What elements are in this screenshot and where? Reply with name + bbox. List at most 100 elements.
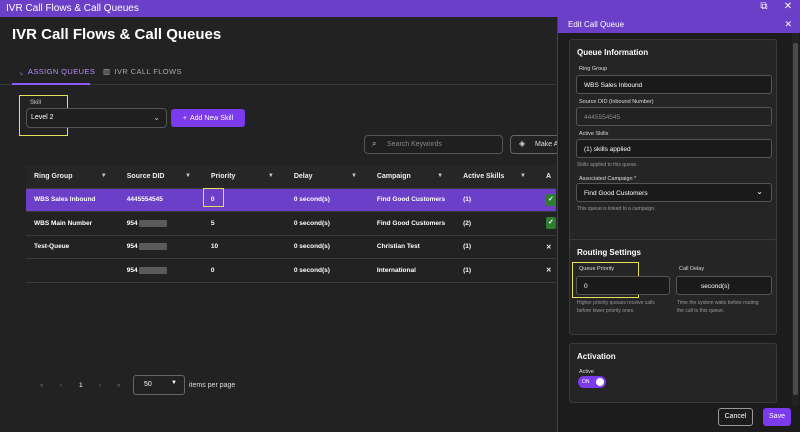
cell-priority: 5 <box>202 211 286 236</box>
check-icon[interactable]: ✓ <box>545 193 556 206</box>
cell-campaign: Christian Test <box>368 235 456 259</box>
next-page-icon[interactable]: › <box>99 383 101 389</box>
panel-header: Edit Call Queue ✕ <box>558 17 800 33</box>
plus-icon: + <box>182 114 187 122</box>
toggle-state: ON <box>582 379 590 385</box>
cell-delay: 0 second(s) <box>285 211 369 236</box>
per-page-label: items per page <box>189 382 236 389</box>
search-placeholder: Search Keywords <box>387 141 442 148</box>
ring-group-field[interactable]: WBS Sales Inbound <box>576 75 772 94</box>
cell-delay: 0 second(s) <box>285 188 369 212</box>
table-row[interactable]: Test-Queue 954 10 0 second(s) Christian … <box>26 235 556 259</box>
tab-assign-queues[interactable]: ⌞ ASSIGN QUEUES <box>20 67 95 76</box>
redacted-mask <box>138 243 167 251</box>
priority-help-2: before lower priority ones. <box>577 308 635 314</box>
search-input[interactable]: ⌕ Search Keywords <box>364 135 503 154</box>
active-toggle[interactable]: ON <box>578 376 606 388</box>
page-number[interactable]: 1 <box>79 382 83 389</box>
routing-title: Routing Settings <box>577 248 641 257</box>
col-priority[interactable]: Priority ▼ <box>202 166 286 189</box>
search-icon: ⌕ <box>372 139 377 148</box>
panel-scrollbar[interactable] <box>792 33 799 405</box>
cell-skills: (1) <box>455 235 538 259</box>
cancel-button[interactable]: Cancel <box>718 408 753 426</box>
last-page-icon[interactable]: » <box>117 383 120 389</box>
close-icon[interactable]: ✕ <box>784 19 792 30</box>
cell-delay: 0 second(s) <box>285 235 369 259</box>
close-window-icon[interactable]: ✕ <box>781 1 795 12</box>
activation-title: Activation <box>577 352 616 361</box>
skill-select[interactable]: Level 2 ⌄ <box>26 108 167 128</box>
per-page-select[interactable]: 50 ▼ <box>133 375 185 395</box>
col-active-skills[interactable]: Active Skills ▼ <box>455 166 538 189</box>
cell-campaign: International <box>368 258 456 283</box>
table-row[interactable]: WBS Main Number 954 5 0 second(s) Find G… <box>26 211 556 236</box>
cell-skills: (1) <box>455 258 538 283</box>
cell-ring-group <box>26 258 119 283</box>
tab-label: ASSIGN QUEUES <box>27 67 96 76</box>
layers-icon: ◈ <box>519 139 526 148</box>
queue-table: Ring Group ▼ Source DID ▼ Priority ▼ Delay ▼… <box>26 166 556 283</box>
save-button[interactable]: Save <box>763 408 791 426</box>
filter-icon[interactable]: ▼ <box>185 173 191 179</box>
col-label: Campaign <box>376 173 411 181</box>
skills-field[interactable]: (1) skills applied <box>576 139 772 158</box>
close-icon[interactable]: ✕ <box>546 244 551 251</box>
table-row[interactable]: WBS Sales Inbound 4445554545 0 0 second(… <box>26 188 556 212</box>
cell-priority: 0 <box>202 258 286 283</box>
filter-icon[interactable]: ▼ <box>101 173 107 179</box>
chart-icon: ⌞ <box>20 67 24 76</box>
window-titlebar: IVR Call Flows & Call Queues ⧉ ✕ <box>0 0 800 17</box>
filter-icon[interactable]: ▼ <box>268 173 274 179</box>
tab-label: IVR CALL FLOWS <box>114 67 182 76</box>
edit-queue-panel: Edit Call Queue ✕ Queue Information Ring… <box>557 17 800 432</box>
close-icon[interactable]: ✕ <box>546 267 551 274</box>
restore-icon[interactable]: ⧉ <box>757 1 771 12</box>
filter-icon[interactable]: ▼ <box>351 173 357 179</box>
col-ring-group[interactable]: Ring Group ▼ <box>26 166 119 189</box>
tab-ivr-call-flows[interactable]: ▥ IVR CALL FLOWS <box>103 67 182 76</box>
col-label: Delay <box>293 173 313 181</box>
active-label: Active <box>579 369 594 375</box>
did-prefix: 954 <box>126 219 138 227</box>
bar-chart-icon: ▥ <box>103 67 111 76</box>
delay-help-2: the call to this queue. <box>677 308 725 314</box>
ring-group-label: Ring Group <box>579 66 608 72</box>
skills-help: Skills applied to this queue. <box>577 162 638 168</box>
window-title: IVR Call Flows & Call Queues <box>6 3 139 14</box>
col-label: A <box>545 173 551 181</box>
prev-page-icon[interactable]: ‹ <box>60 383 62 389</box>
col-label: Active Skills <box>463 173 505 181</box>
filter-icon[interactable]: ▼ <box>520 173 526 179</box>
delay-input[interactable]: second(s) <box>676 276 772 295</box>
chevron-down-icon: ⌄ <box>756 187 763 196</box>
col-campaign[interactable]: Campaign ▼ <box>368 166 456 189</box>
cell-did: 4445554545 <box>118 188 203 212</box>
active-tab-indicator <box>12 83 90 85</box>
delay-help-1: Time the system waits before routing <box>677 300 759 306</box>
col-source-did[interactable]: Source DID ▼ <box>118 166 203 189</box>
campaign-select[interactable]: Find Good Customers ⌄ <box>576 183 772 202</box>
priority-highlight <box>203 188 224 207</box>
check-icon[interactable]: ✓ <box>545 217 556 230</box>
did-label: Source DID (Inbound Number) <box>579 99 654 105</box>
add-skill-button[interactable]: + Add New Skill <box>171 109 245 127</box>
priority-input[interactable]: 0 <box>576 276 670 295</box>
table-row[interactable]: 954 0 0 second(s) International (1) ✕ <box>26 258 556 283</box>
delay-label: Call Delay <box>679 266 705 272</box>
cell-action: ✓ <box>537 211 556 236</box>
make-button-label: Make A <box>535 141 559 148</box>
redacted-mask <box>138 266 167 274</box>
col-delay[interactable]: Delay ▼ <box>285 166 369 189</box>
cell-ring-group: Test-Queue <box>26 235 119 259</box>
cell-skills: (1) <box>455 188 538 212</box>
cell-campaign: Find Good Customers <box>368 211 456 236</box>
scrollbar-thumb[interactable] <box>793 43 798 395</box>
col-label: Priority <box>210 173 236 181</box>
table-header-row: Ring Group ▼ Source DID ▼ Priority ▼ Delay ▼… <box>26 166 556 189</box>
campaign-help: This queue is linked to a campaign. <box>577 206 656 212</box>
filter-icon[interactable]: ▼ <box>437 173 443 179</box>
make-button[interactable]: ◈ Make A <box>510 135 560 154</box>
first-page-icon[interactable]: « <box>40 383 43 389</box>
tab-bar: ⌞ ASSIGN QUEUES ▥ IVR CALL FLOWS <box>0 61 556 85</box>
